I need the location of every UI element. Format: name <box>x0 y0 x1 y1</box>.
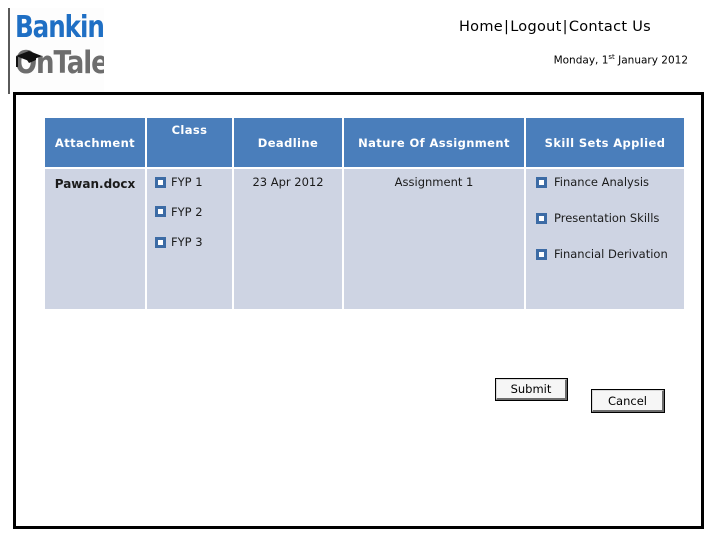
nature-of-assignment-value: Assignment 1 <box>344 169 524 309</box>
skill-option-label: Financial Derivation <box>554 247 668 261</box>
column-header-attachment[interactable]: Attachment <box>45 118 145 167</box>
class-option-fyp-3[interactable]: FYP 3 <box>155 235 228 249</box>
checkbox-icon[interactable] <box>536 176 547 188</box>
logo-text-ontalent: OnTalent <box>15 45 104 81</box>
form-actions: Submit Cancel <box>495 378 686 413</box>
date-prefix: Monday, 1 <box>553 54 609 67</box>
skill-checkbox-group: Finance Analysis Presentation Skills Fin… <box>526 169 684 309</box>
site-logo[interactable]: Banking OnTalent <box>8 8 104 94</box>
checkbox-icon[interactable] <box>155 206 166 217</box>
nav-link-home[interactable]: Home <box>459 19 503 35</box>
table-row: Pawan.docx FYP 1 FYP 2 FYP 3 23 Apr 2012… <box>45 169 684 309</box>
skill-option-finance-analysis[interactable]: Finance Analysis <box>536 175 680 189</box>
submit-button[interactable]: Submit <box>495 378 568 401</box>
column-header-skill-sets-applied[interactable]: Skill Sets Applied <box>526 118 684 167</box>
attachment-filename[interactable]: Pawan.docx <box>45 169 145 309</box>
table-header-row: Attachment Class Deadline Nature Of Assi… <box>45 118 684 167</box>
assignment-table: Attachment Class Deadline Nature Of Assi… <box>43 116 686 311</box>
top-navigation: Home|Logout|Contact Us <box>420 19 690 35</box>
current-date: Monday, 1st January 2012 <box>420 53 688 67</box>
class-option-label: FYP 3 <box>171 235 203 249</box>
column-header-class[interactable]: Class <box>147 118 232 167</box>
date-suffix: January 2012 <box>614 54 688 67</box>
deadline-value: 23 Apr 2012 <box>234 169 342 309</box>
checkbox-icon[interactable] <box>155 236 166 248</box>
logo-text-banking: Banking <box>15 10 104 45</box>
checkbox-icon[interactable] <box>536 212 547 224</box>
skill-option-label: Finance Analysis <box>554 175 650 189</box>
column-header-deadline[interactable]: Deadline <box>234 118 342 167</box>
class-option-fyp-2[interactable]: FYP 2 <box>155 205 228 219</box>
skill-option-presentation-skills[interactable]: Presentation Skills <box>536 211 680 225</box>
skill-option-financial-derivation[interactable]: Financial Derivation <box>536 247 680 261</box>
nav-separator-2: | <box>562 19 568 35</box>
checkbox-icon[interactable] <box>155 176 166 188</box>
nav-link-logout[interactable]: Logout <box>510 19 561 35</box>
column-header-nature-of-assignment[interactable]: Nature Of Assignment <box>344 118 524 167</box>
cancel-button[interactable]: Cancel <box>591 389 665 413</box>
class-option-label: FYP 2 <box>171 205 203 219</box>
class-option-label: FYP 1 <box>171 175 203 189</box>
class-option-fyp-1[interactable]: FYP 1 <box>155 175 228 189</box>
checkbox-icon[interactable] <box>536 248 547 260</box>
frame-notch <box>16 95 105 100</box>
nav-link-contact-us[interactable]: Contact Us <box>569 19 651 35</box>
skill-option-label: Presentation Skills <box>554 211 660 225</box>
class-checkbox-group: FYP 1 FYP 2 FYP 3 <box>147 169 232 309</box>
